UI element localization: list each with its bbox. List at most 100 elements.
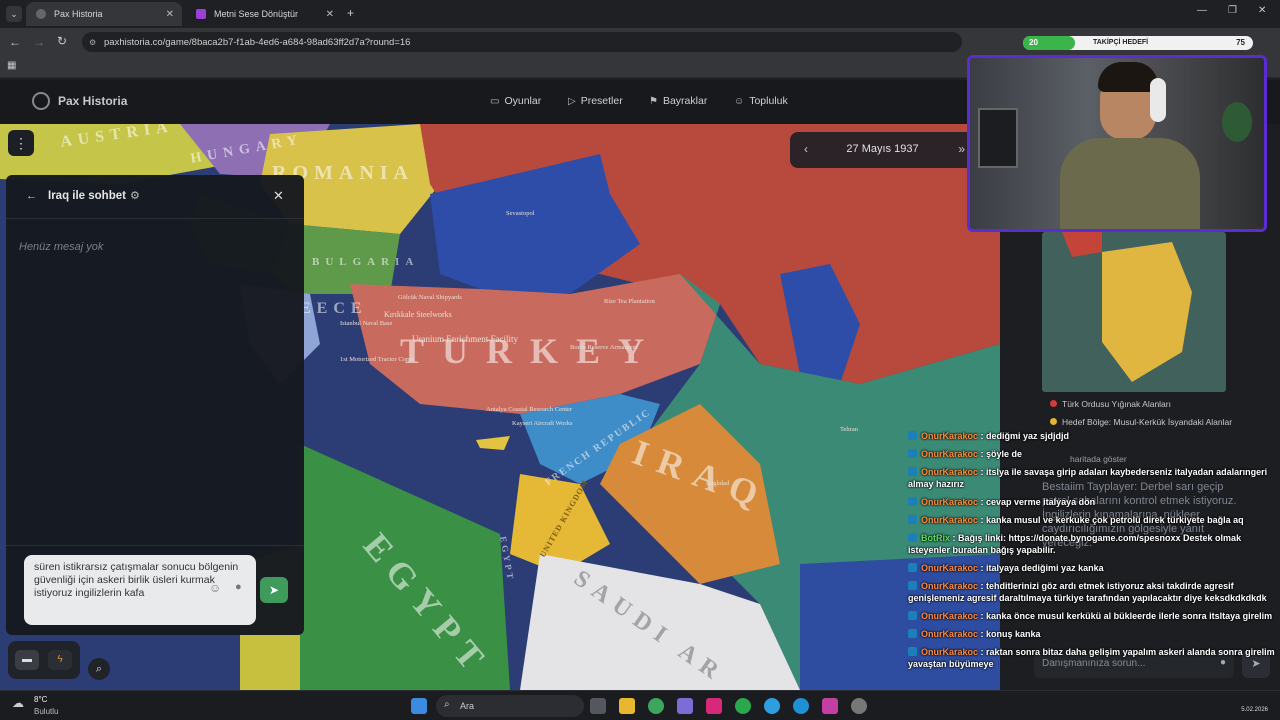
chat-badge-icon [908, 581, 917, 590]
legend-yellow-dot [1050, 418, 1057, 425]
chat-badge-icon [908, 431, 917, 440]
apps-grid-icon[interactable]: ▦ [7, 61, 16, 71]
people-icon: ☺ [734, 95, 745, 107]
chat-back-icon[interactable]: ← [26, 190, 37, 202]
city-kayseri[interactable]: Kayseri Aircraft Works [512, 420, 572, 427]
close-window-icon[interactable]: ✕ [1258, 6, 1266, 16]
city-istanbul-naval-base[interactable]: Istanbul Naval Base [340, 320, 392, 327]
whatsapp-icon[interactable] [735, 698, 751, 714]
chat-username[interactable]: BotRix [921, 533, 950, 543]
chat-username[interactable]: OnurKarakoc [921, 629, 978, 639]
nav-bayraklar[interactable]: ⚑ Bayraklar [649, 95, 707, 107]
new-tab-icon[interactable]: + [347, 7, 354, 19]
city-rize[interactable]: Rize Tea Plantation [604, 298, 655, 305]
chat-badge-icon [908, 629, 917, 638]
telegram-icon[interactable] [764, 698, 780, 714]
back-icon[interactable]: ← [9, 36, 21, 48]
chrome-icon[interactable] [648, 698, 664, 714]
browser-tab-bar: ⌄ Pax Historia ✕ Metni Sese Dönüştür ✕ +… [0, 0, 1280, 28]
chat-settings-icon[interactable]: ⚙ [130, 189, 140, 202]
webcam-monitor [978, 108, 1018, 168]
chat-username[interactable]: OnurKarakoc [921, 581, 978, 591]
city-baghdad[interactable]: Baghdad [706, 480, 729, 487]
legend-red-dot [1050, 400, 1057, 407]
app-icon-v[interactable] [677, 698, 693, 714]
chat-mode-icon[interactable]: ▬ [15, 650, 39, 670]
map-search-icon[interactable]: ⌕ [88, 658, 110, 680]
chat-text: italyaya dediğimi yaz kanka [986, 563, 1104, 573]
weather-temp: 8°C [34, 695, 48, 704]
city-tehran[interactable]: Tehran [840, 426, 858, 433]
city-borda[interactable]: Borda Reserve Armament [570, 344, 638, 351]
clock-date: 5.02.2026 [1241, 707, 1268, 713]
site-logo[interactable]: Pax Historia [32, 92, 127, 110]
instagram-icon[interactable] [706, 698, 722, 714]
city-sevastopol[interactable]: Sevastopol [506, 210, 535, 217]
tab-metni-sese[interactable]: Metni Sese Dönüştür ✕ [186, 2, 342, 26]
url-text: paxhistoria.co/game/8baca2b7-f1ab-4ed6-a… [104, 36, 411, 48]
address-bar[interactable]: ⚙ paxhistoria.co/game/8baca2b7-f1ab-4ed6… [82, 32, 962, 52]
play-icon: ▷ [568, 95, 576, 107]
city-uranium-facility[interactable]: Uranium Enrichment Facility [412, 334, 518, 344]
city-antalya[interactable]: Antalya Coastal Research Center [486, 406, 572, 413]
chat-separator: : [950, 533, 958, 543]
weather-desc: Bulutlu [34, 707, 59, 716]
stream-chat-message: OnurKarakoc : şöyle de [908, 448, 1280, 460]
maximize-icon[interactable]: ❐ [1228, 6, 1237, 16]
minimize-icon[interactable]: — [1197, 6, 1207, 16]
tab-list-icon[interactable]: ⌄ [6, 6, 22, 22]
taskbar-search[interactable]: ⌕ Ara [436, 695, 584, 717]
reload-icon[interactable]: ↻ [57, 35, 67, 47]
map-menu-icon[interactable]: ⋮ [8, 130, 34, 156]
stream-chat-overlay: OnurKarakoc : dediğmi yaz sjdjdjd OnurKar… [908, 430, 1280, 676]
stream-chat-message: BotRix : Bağış linki: https://donate.byn… [908, 532, 1280, 556]
legend-item: Türk Ordusu Yığınak Alanları [1050, 399, 1171, 409]
chat-username[interactable]: OnurKarakoc [921, 563, 978, 573]
send-message-button[interactable]: ➤ [260, 577, 288, 603]
city-motorized-corps[interactable]: 1st Motorized Tractor Corps [340, 356, 414, 363]
close-tab-icon[interactable]: ✕ [166, 9, 174, 20]
chat-username[interactable]: OnurKarakoc [921, 431, 978, 441]
chat-separator: : [978, 497, 987, 507]
chat-text: cevap verme italyaya dön [986, 497, 1096, 507]
forward-icon[interactable]: → [33, 36, 45, 48]
chat-username[interactable]: OnurKarakoc [921, 467, 978, 477]
stream-chat-message: OnurKarakoc : dediğmi yaz sjdjdjd [908, 430, 1280, 442]
nav-topluluk[interactable]: ☺ Topluluk [734, 95, 788, 107]
pax-historia-favicon-icon [36, 9, 46, 19]
file-explorer-icon[interactable] [619, 698, 635, 714]
chat-text: kanka önce musul kerkükü al bükleerde il… [986, 611, 1273, 621]
task-view-icon[interactable] [590, 698, 606, 714]
chat-close-icon[interactable]: ✕ [273, 188, 284, 204]
chat-username[interactable]: OnurKarakoc [921, 515, 978, 525]
close-tab-icon[interactable]: ✕ [326, 9, 334, 20]
nav-label: Presetler [580, 95, 623, 107]
chat-separator: : [978, 467, 987, 477]
chat-username[interactable]: OnurKarakoc [921, 449, 978, 459]
action-mode-icon[interactable]: ϟ [48, 650, 72, 670]
diplomacy-chat-panel: ← Iraq ile sohbet ⚙ ✕ Henüz mesaj yok sü… [6, 175, 304, 635]
microphone-icon[interactable]: ● [235, 581, 242, 593]
current-date: 27 Mayıs 1937 [846, 143, 919, 155]
site-info-icon[interactable]: ⚙ [89, 38, 96, 47]
chat-username[interactable]: OnurKarakoc [921, 647, 978, 657]
tab-pax-historia[interactable]: Pax Historia ✕ [26, 2, 182, 26]
follower-goal-count: 20 [1029, 38, 1038, 47]
participants-icon[interactable]: ☺ [209, 581, 221, 595]
chat-separator: : [978, 629, 987, 639]
start-menu-icon[interactable] [411, 698, 427, 714]
city-golcuk[interactable]: Gölcük Naval Shipyards [398, 294, 462, 301]
flag-icon: ⚑ [649, 95, 658, 107]
chat-username[interactable]: OnurKarakoc [921, 497, 978, 507]
edge-icon[interactable] [793, 698, 809, 714]
chat-text: Bağış linki: https://donate.bynogame.com… [908, 533, 1242, 555]
chat-badge-icon [908, 563, 917, 572]
app-icon-color[interactable] [822, 698, 838, 714]
follower-goal-bar: 20 TAKİPÇİ HEDEFİ 75 [1023, 36, 1253, 50]
fast-forward-icon[interactable]: » [958, 142, 965, 156]
city-kirikkale[interactable]: Kırıkkale Steelworks [384, 310, 452, 319]
nav-oyunlar[interactable]: ▭ Oyunlar [490, 95, 541, 107]
nav-presetler[interactable]: ▷ Presetler [568, 95, 623, 107]
settings-icon[interactable] [851, 698, 867, 714]
chat-username[interactable]: OnurKarakoc [921, 611, 978, 621]
